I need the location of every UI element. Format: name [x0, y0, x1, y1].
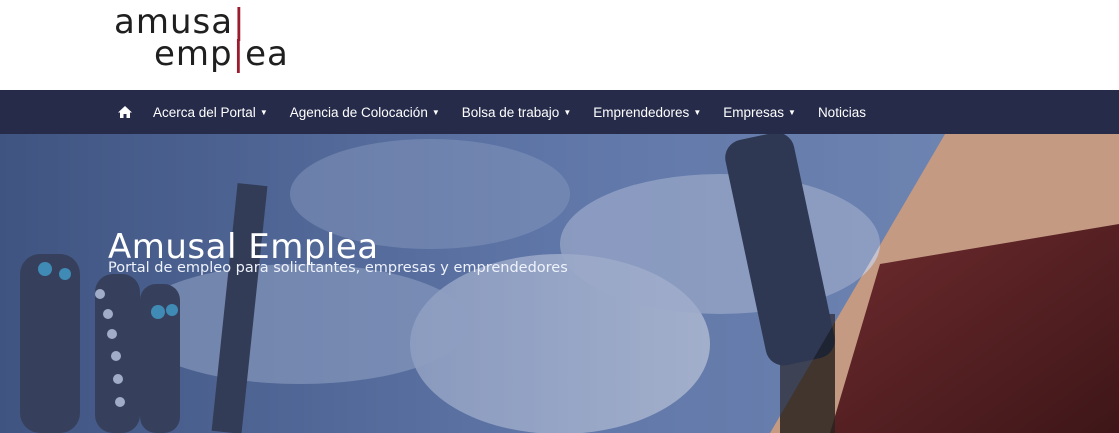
nav-label: Agencia de Colocación — [289, 104, 428, 120]
hero-banner: Amusal Emplea Portal de empleo para soli… — [0, 134, 1119, 433]
nav-label: Emprendedores — [593, 104, 690, 120]
caret-down-icon: ▼ — [693, 107, 702, 117]
site-logo[interactable]: amusa| emp|ea — [114, 5, 289, 71]
caret-down-icon: ▼ — [259, 107, 268, 117]
nav-noticias[interactable]: Noticias — [818, 105, 866, 120]
logo-line-2b: ea — [245, 34, 289, 74]
nav-label: Noticias — [817, 104, 866, 120]
hero-background-image — [0, 134, 1119, 433]
nav-emprendedores[interactable]: Emprendedores ▼ — [593, 105, 701, 120]
nav-empresas[interactable]: Empresas ▼ — [723, 105, 796, 120]
hero-subtitle: Portal de empleo para solicitantes, empr… — [108, 260, 568, 276]
nav-agencia-de-colocacion[interactable]: Agencia de Colocación ▼ — [290, 105, 440, 120]
site-header: amusa| emp|ea — [0, 0, 1119, 90]
caret-down-icon: ▼ — [563, 107, 572, 117]
logo-bar-2: | — [232, 34, 246, 74]
nav-label: Acerca del Portal — [153, 104, 256, 120]
nav-label: Bolsa de trabajo — [461, 104, 560, 120]
nav-bolsa-de-trabajo[interactable]: Bolsa de trabajo ▼ — [462, 105, 572, 120]
main-navbar: Acerca del Portal ▼ Agencia de Colocació… — [0, 90, 1119, 134]
logo-line-2a: emp — [154, 34, 233, 74]
nav-acerca-del-portal[interactable]: Acerca del Portal ▼ — [153, 105, 268, 120]
home-icon[interactable] — [117, 105, 133, 119]
caret-down-icon: ▼ — [788, 107, 796, 117]
caret-down-icon: ▼ — [431, 107, 440, 117]
nav-label: Empresas — [723, 104, 785, 120]
